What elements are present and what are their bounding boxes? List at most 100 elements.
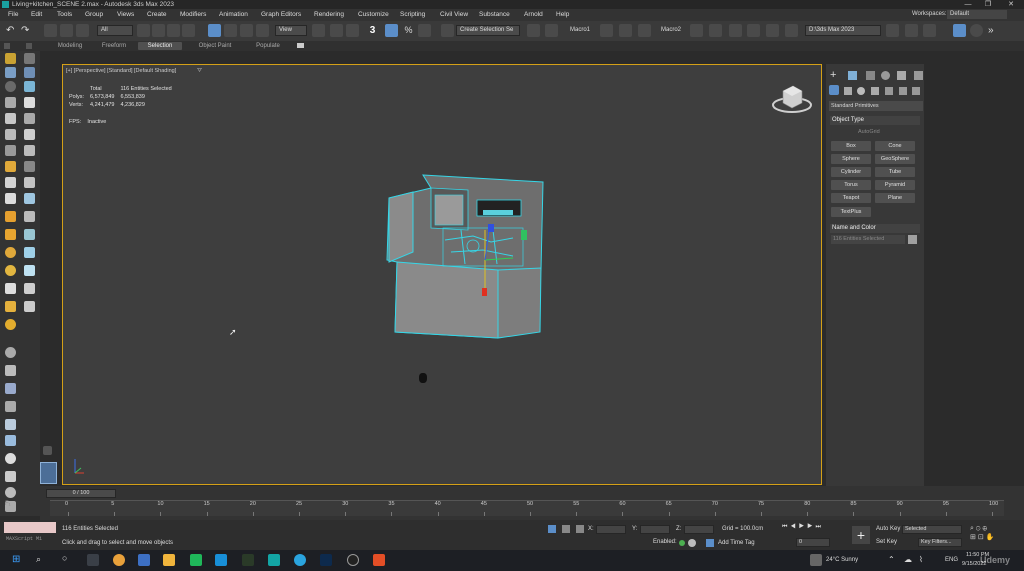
percent-snap-icon[interactable]: % — [402, 24, 415, 37]
selection-lock-icon[interactable] — [562, 525, 570, 533]
weather-text[interactable]: 24°C Sunny — [826, 557, 858, 563]
object-icon-8[interactable] — [24, 211, 35, 222]
curve-editor-icon[interactable] — [638, 24, 651, 37]
rectangular-selection-icon[interactable] — [167, 24, 180, 37]
absolute-mode-icon[interactable] — [576, 525, 584, 533]
display-bones-icon[interactable] — [24, 129, 35, 140]
link-icon[interactable] — [44, 24, 57, 37]
save-project-icon[interactable] — [923, 24, 936, 37]
menu-animation[interactable]: Animation — [219, 11, 248, 18]
schematic-view-icon[interactable] — [690, 24, 703, 37]
current-frame-field[interactable]: 0 — [796, 538, 830, 547]
undo-icon[interactable]: ↶ — [6, 24, 19, 37]
create-tab-icon[interactable]: + — [830, 70, 836, 81]
display-lights-icon[interactable] — [5, 97, 16, 108]
ribbon-pin-icon[interactable] — [4, 43, 10, 49]
minimize-button[interactable]: — — [958, 0, 978, 9]
z-coordinate-field[interactable] — [684, 525, 714, 534]
object-icon-25[interactable] — [5, 435, 16, 446]
menu-customize[interactable]: Customize — [358, 11, 389, 18]
menu-graph-editors[interactable]: Graph Editors — [261, 11, 301, 18]
torus-button[interactable]: Torus — [831, 180, 871, 190]
viewport-layout-tab[interactable] — [40, 462, 57, 484]
time-slider[interactable]: 0 / 100 — [46, 489, 116, 498]
mirror-icon[interactable] — [527, 24, 540, 37]
object-icon-4[interactable] — [24, 177, 35, 188]
display-particles-icon[interactable] — [5, 129, 16, 140]
language-indicator[interactable]: ENG — [945, 557, 958, 563]
menu-scripting[interactable]: Scripting — [400, 11, 425, 18]
menu-create[interactable]: Create — [147, 11, 167, 18]
object-icon-13[interactable] — [5, 265, 16, 276]
time-tag-icon[interactable] — [706, 539, 714, 547]
systems-category-icon[interactable] — [912, 87, 920, 95]
cone-button[interactable]: Cone — [875, 141, 915, 151]
angle-snap-icon[interactable] — [385, 24, 398, 37]
menu-help[interactable]: Help — [556, 11, 569, 18]
app-icon-pr[interactable] — [242, 554, 254, 566]
viewport-label[interactable]: [+] [Perspective] [Standard] [Default Sh… — [66, 68, 176, 74]
autogrid-checkbox[interactable]: AutoGrid — [858, 129, 880, 135]
modify-tab-icon[interactable] — [848, 71, 857, 80]
object-icon-15[interactable] — [5, 283, 16, 294]
macro1-button[interactable]: Macro1 — [570, 27, 590, 33]
menu-group[interactable]: Group — [85, 11, 103, 18]
material-editor-icon[interactable] — [709, 24, 722, 37]
cameras-category-icon[interactable] — [871, 87, 879, 95]
display-helpers-icon[interactable] — [5, 113, 16, 124]
object-icon-23[interactable] — [5, 401, 16, 412]
menu-modifiers[interactable]: Modifiers — [180, 11, 206, 18]
add-time-tag-button[interactable]: Add Time Tag — [718, 540, 755, 546]
object-icon-6[interactable] — [24, 193, 35, 204]
y-coordinate-field[interactable] — [640, 525, 670, 534]
3dsmax-taskbar-icon[interactable] — [215, 554, 227, 566]
tab-freeform[interactable]: Freeform — [94, 42, 134, 50]
edge-icon[interactable] — [138, 554, 150, 566]
spinner-snap-icon[interactable] — [418, 24, 431, 37]
select-move-icon[interactable] — [208, 24, 221, 37]
maxscript-label[interactable]: MAXScript Mi — [6, 536, 42, 542]
app-icon-red[interactable] — [373, 554, 385, 566]
file-explorer-icon[interactable] — [163, 554, 175, 566]
display-cameras-icon[interactable] — [24, 97, 35, 108]
project-folder-icon[interactable] — [886, 24, 899, 37]
viewport-navigation-icons[interactable]: ⌕⊙⊕ ⊞⊡✋ — [970, 525, 1018, 547]
menu-substance[interactable]: Substance — [479, 11, 510, 18]
menu-civil-view[interactable]: Civil View — [440, 11, 468, 18]
display-none-icon[interactable] — [5, 67, 16, 78]
app-icon-green[interactable] — [190, 554, 202, 566]
lights-category-icon[interactable] — [857, 87, 865, 95]
rendered-frame-window-icon[interactable] — [747, 24, 760, 37]
selection-filter-dropdown[interactable]: All — [97, 25, 133, 36]
layer-explorer-icon[interactable] — [600, 24, 613, 37]
tab-populate[interactable]: Populate — [250, 42, 286, 50]
wifi-icon[interactable]: ⌇ — [919, 555, 923, 564]
create-selection-icon[interactable] — [5, 53, 16, 64]
object-icon-18[interactable] — [24, 301, 35, 312]
geosphere-button[interactable]: GeoSphere — [875, 154, 915, 164]
layer-icon[interactable] — [24, 145, 35, 156]
object-icon-10[interactable] — [24, 229, 35, 240]
select-manipulate-icon[interactable] — [330, 24, 343, 37]
close-button[interactable]: ✕ — [1001, 0, 1021, 9]
isolate-selection-icon[interactable] — [548, 525, 556, 533]
object-icon-21[interactable] — [5, 365, 16, 376]
set-key-button[interactable]: Set Key — [876, 539, 897, 545]
shapes-category-icon[interactable] — [844, 87, 852, 95]
select-object-icon[interactable] — [137, 24, 150, 37]
object-icon-9[interactable] — [5, 229, 16, 240]
category-dropdown[interactable]: Standard Primitives — [829, 101, 923, 111]
object-icon-24[interactable] — [5, 419, 16, 430]
maxscript-listener[interactable] — [4, 522, 56, 533]
track-bar-icon[interactable]: F₁ — [5, 501, 11, 507]
object-icon-7[interactable] — [5, 211, 16, 222]
enabled-indicator[interactable] — [679, 540, 685, 546]
redo-icon[interactable]: ↷ — [21, 24, 34, 37]
hide-frozen-icon[interactable] — [5, 145, 16, 156]
object-icon-2[interactable] — [24, 161, 35, 172]
hierarchy-tab-icon[interactable] — [866, 71, 875, 80]
window-crossing-icon[interactable] — [182, 24, 195, 37]
toggle-ribbon-icon[interactable] — [619, 24, 632, 37]
key-filters-button[interactable]: Key Filters... — [918, 538, 962, 547]
sign-in-icon[interactable] — [970, 24, 983, 37]
